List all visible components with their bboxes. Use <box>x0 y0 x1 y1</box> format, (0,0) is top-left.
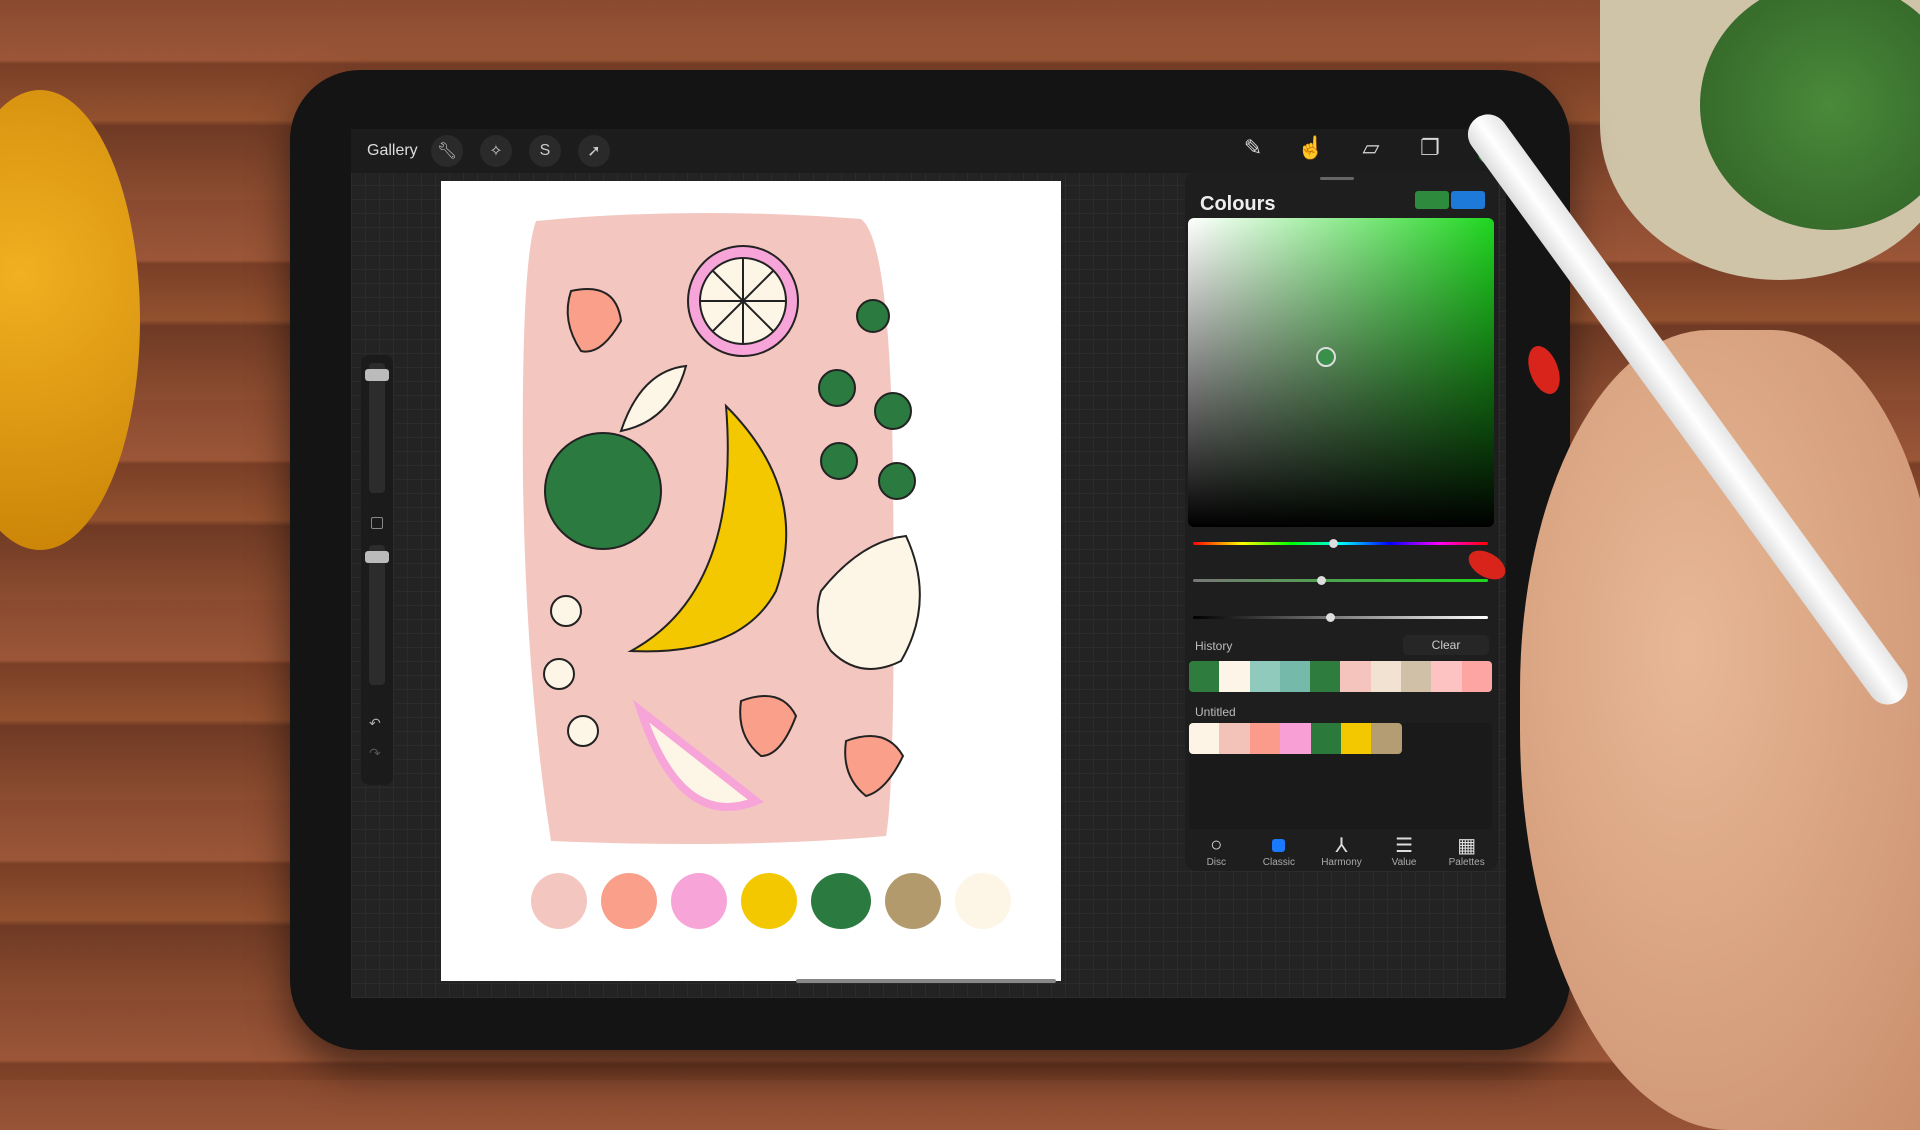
hue-handle[interactable] <box>1328 539 1338 548</box>
secondary-color-swatch[interactable] <box>1451 191 1485 209</box>
clear-history-button[interactable]: Clear <box>1403 635 1489 655</box>
classic-square-icon <box>1249 833 1309 857</box>
brush-size-slider[interactable] <box>365 363 389 493</box>
colour-swatch[interactable] <box>1219 661 1250 692</box>
colour-swatch[interactable] <box>1370 661 1402 692</box>
colour-swatch[interactable] <box>1249 661 1280 692</box>
lemon-prop <box>0 90 140 550</box>
color-picker-handle[interactable] <box>1316 347 1336 367</box>
saturation-slider[interactable] <box>1193 576 1488 585</box>
history-label: History <box>1195 639 1233 653</box>
swatch-green <box>811 873 871 929</box>
history-swatches <box>1189 661 1492 692</box>
primary-color-swatch[interactable] <box>1415 191 1449 209</box>
wrench-icon[interactable]: 🔧︎ <box>431 135 463 167</box>
brightness-slider[interactable] <box>1193 613 1488 622</box>
colour-swatch[interactable] <box>1431 661 1462 692</box>
magic-wand-icon[interactable]: ✧ <box>480 135 512 167</box>
left-sidebar: ↶ ↷ <box>361 355 393 785</box>
tab-harmony[interactable]: ⅄ Harmony <box>1311 833 1371 869</box>
colour-swatch[interactable] <box>1219 723 1250 754</box>
colour-swatch[interactable] <box>1189 723 1220 754</box>
top-toolbar: Gallery 🔧︎ ✧ S ➚ ✎ ☝ ▱ ❐ <box>351 129 1506 173</box>
tab-label: Harmony <box>1321 857 1362 868</box>
colour-mode-tabs: ○ Disc Classic ⅄ Harmony ☰ Value ▦ Palettes <box>1185 833 1498 869</box>
undo-icon[interactable]: ↶ <box>369 715 381 732</box>
palettes-grid-icon: ▦ <box>1457 834 1477 857</box>
gallery-button[interactable]: Gallery <box>367 142 418 160</box>
tab-label: Classic <box>1262 857 1295 868</box>
value-sliders-icon: ☰ <box>1395 834 1414 857</box>
paint-swatches <box>531 873 1011 929</box>
saturation-handle[interactable] <box>1316 576 1326 585</box>
colour-swatch[interactable] <box>1280 723 1311 754</box>
colour-swatch[interactable] <box>1340 661 1371 692</box>
harmony-icon: ⅄ <box>1335 834 1348 857</box>
swatch-magenta <box>671 873 727 929</box>
hue-slider[interactable] <box>1193 539 1488 548</box>
colour-swatch[interactable] <box>1371 723 1402 754</box>
tab-label: Disc <box>1206 857 1227 868</box>
swatch-pink <box>531 873 587 929</box>
redo-icon[interactable]: ↷ <box>369 745 381 762</box>
modify-button[interactable] <box>371 517 383 529</box>
swatch-tan <box>885 873 941 929</box>
swatch-yellow <box>741 873 797 929</box>
colour-swatch[interactable] <box>1279 661 1311 692</box>
colour-swatch[interactable] <box>1310 661 1341 692</box>
opacity-handle[interactable] <box>365 551 389 563</box>
colour-swatch[interactable] <box>1340 723 1372 754</box>
home-indicator <box>796 979 1056 983</box>
colour-swatch[interactable] <box>1310 723 1341 754</box>
opacity-slider[interactable] <box>365 545 389 685</box>
apple <box>544 432 662 550</box>
disc-icon: ○ <box>1210 833 1223 856</box>
palette-area <box>1189 723 1492 829</box>
size-handle[interactable] <box>365 369 389 381</box>
colour-swatch[interactable] <box>1189 661 1220 692</box>
saturation-brightness-square[interactable] <box>1188 218 1494 527</box>
brightness-handle[interactable] <box>1325 613 1335 622</box>
transform-arrow-icon[interactable]: ➚ <box>578 135 610 167</box>
selection-icon[interactable]: S <box>529 135 561 167</box>
tab-classic[interactable]: Classic <box>1249 833 1309 868</box>
colour-swatch[interactable] <box>1249 723 1281 754</box>
colour-swatch[interactable] <box>1461 661 1492 692</box>
colour-swatch[interactable] <box>1401 661 1432 692</box>
palette-swatches <box>1189 723 1402 754</box>
tab-disc[interactable]: ○ Disc <box>1186 833 1246 869</box>
layers-icon[interactable]: ❐ <box>1413 135 1447 161</box>
brush-icon[interactable]: ✎ <box>1236 135 1270 161</box>
tab-label: Palettes <box>1448 857 1485 868</box>
panel-title: Colours <box>1200 193 1276 215</box>
panel-grabber[interactable] <box>1320 177 1354 180</box>
tab-label: Value <box>1391 857 1417 868</box>
eraser-icon[interactable]: ▱ <box>1354 135 1388 161</box>
swatch-salmon <box>601 873 657 929</box>
smudge-icon[interactable]: ☝ <box>1294 135 1328 161</box>
artwork <box>522 212 921 845</box>
procreate-screen: Gallery 🔧︎ ✧ S ➚ ✎ ☝ ▱ ❐ ↶ ↷ Colours His… <box>351 129 1506 998</box>
swatch-cream <box>955 873 1011 929</box>
palette-name: Untitled <box>1195 705 1236 719</box>
canvas[interactable] <box>441 181 1061 981</box>
tab-palettes[interactable]: ▦ Palettes <box>1437 833 1497 869</box>
colours-panel: Colours History Clear Untitled ○ Disc Cla… <box>1185 171 1498 871</box>
tab-value[interactable]: ☰ Value <box>1374 833 1434 869</box>
